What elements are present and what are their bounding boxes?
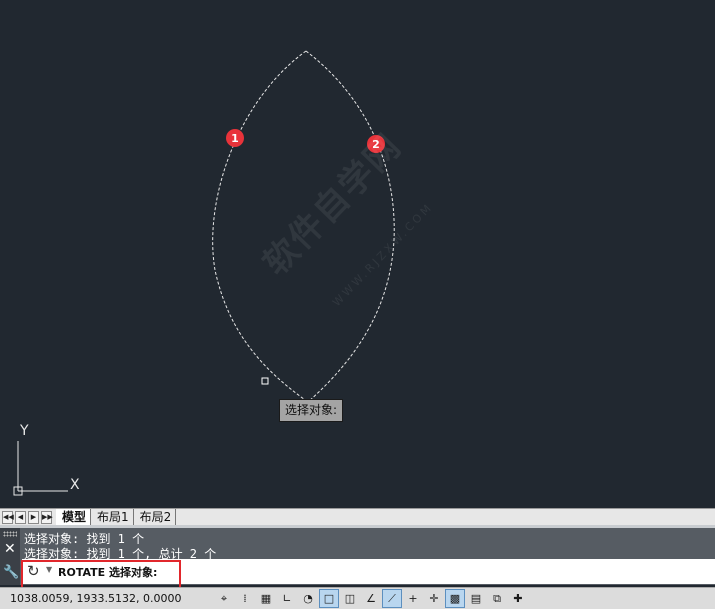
otrack-icon[interactable]: ∠ [361, 589, 381, 608]
customize-wrench-icon[interactable]: 🔧 [3, 565, 19, 580]
first-tab-button[interactable]: ◀◀ [2, 510, 14, 524]
lineweight-icon[interactable]: ✛ [424, 589, 444, 608]
snap-icon[interactable]: ⁞ [235, 589, 255, 608]
polar-icon[interactable]: ◔ [298, 589, 318, 608]
drag-grip-icon[interactable] [3, 531, 17, 537]
cursor-pickbox [261, 377, 269, 385]
tab-layout1[interactable]: 布局1 [91, 509, 134, 525]
status-toggle-group: ⌖ ⁞ ▦ ∟ ◔ □ ◫ ∠ ⟋ + ✛ ▩ ▤ ⧉ ✚ [214, 589, 529, 608]
ucs-x-label: X [70, 477, 80, 493]
dyn-icon[interactable]: + [403, 589, 423, 608]
layout-tab-bar: ◀◀ ◀ ▶ ▶▶ 模型 布局1 布局2 [0, 508, 715, 525]
selection-cycling-icon[interactable]: ⧉ [487, 589, 507, 608]
tab-layout2[interactable]: 布局2 [134, 509, 177, 525]
transparency-icon[interactable]: ▩ [445, 589, 465, 608]
coordinate-readout[interactable]: 1038.0059, 1933.5132, 0.0000 [10, 592, 181, 605]
ucs-y-label: Y [20, 423, 29, 439]
marker-1: 1 [226, 129, 244, 147]
osnap-icon[interactable]: □ [319, 589, 339, 608]
selection-tooltip: 选择对象: [279, 399, 344, 422]
ucs-icon [13, 441, 68, 496]
grid-icon[interactable]: ▦ [256, 589, 276, 608]
drawing-svg [13, 50, 395, 496]
3d-osnap-icon[interactable]: ◫ [340, 589, 360, 608]
tab-model[interactable]: 模型 [56, 509, 92, 525]
annotation-monitor-icon[interactable]: ✚ [508, 589, 528, 608]
prev-tab-button[interactable]: ◀ [15, 510, 26, 524]
infer-constraints-icon[interactable]: ⌖ [214, 589, 234, 608]
drawing-canvas[interactable]: 1 2 软件自学网 WWW.RJZXW.COM Y X 选择对象: [0, 0, 715, 508]
close-icon[interactable]: ✕ [4, 541, 16, 557]
quick-properties-icon[interactable]: ▤ [466, 589, 486, 608]
next-tab-button[interactable]: ▶ [28, 510, 39, 524]
ducs-icon[interactable]: ⟋ [382, 589, 402, 608]
ortho-icon[interactable]: ∟ [277, 589, 297, 608]
command-panel-sidebar: ✕ 🔧 [0, 528, 20, 585]
status-bar: 1038.0059, 1933.5132, 0.0000 ⌖ ⁞ ▦ ∟ ◔ □… [0, 587, 715, 609]
last-tab-button[interactable]: ▶▶ [41, 510, 53, 524]
